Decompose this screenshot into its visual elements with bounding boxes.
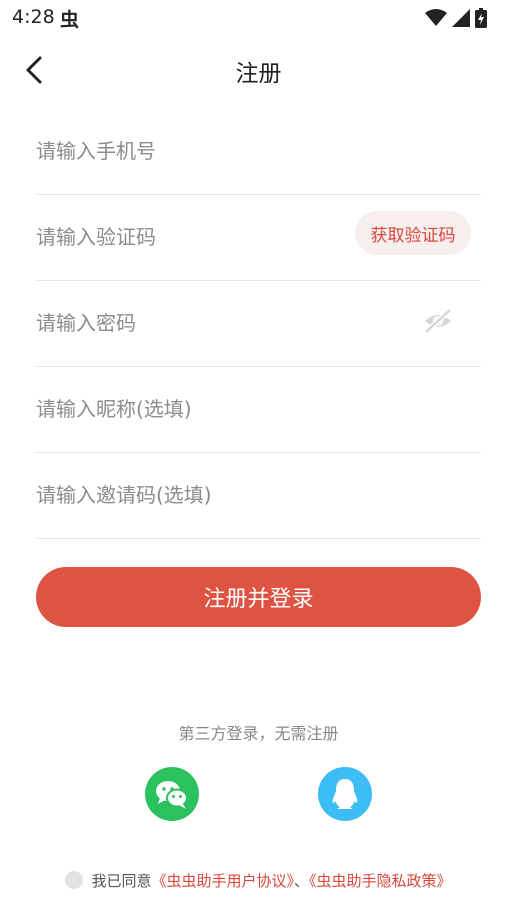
password-input[interactable] <box>36 280 336 366</box>
get-code-button[interactable]: 获取验证码 <box>355 211 471 255</box>
user-agreement-link[interactable]: 《虫虫助手用户协议》 <box>151 872 294 890</box>
verification-code-input[interactable] <box>36 194 336 280</box>
wifi-icon <box>425 9 447 26</box>
nickname-input[interactable] <box>36 366 336 452</box>
battery-icon <box>475 8 487 28</box>
agreement-separator: 、 <box>294 872 310 890</box>
phone-field-row <box>36 108 481 195</box>
invite-field-row <box>36 452 481 539</box>
page-title: 注册 <box>235 61 282 87</box>
agreement-row: 我已同意《虫虫助手用户协议》、《虫虫助手隐私政策》 <box>0 870 517 891</box>
status-icons <box>425 8 487 28</box>
third-party-login-label: 第三方登录，无需注册 <box>178 724 339 743</box>
agree-radio[interactable] <box>65 871 84 889</box>
agreement-prefix: 我已同意 <box>91 872 152 890</box>
privacy-policy-link[interactable]: 《虫虫助手隐私政策》 <box>309 872 452 890</box>
status-time: 4:28 <box>12 6 55 28</box>
code-field-row: 获取验证码 <box>36 194 481 281</box>
wechat-login-button[interactable] <box>145 767 199 821</box>
eye-off-icon[interactable] <box>423 309 453 333</box>
nav-bar: 注册 <box>0 40 517 100</box>
signal-icon <box>452 9 470 27</box>
register-login-button[interactable]: 注册并登录 <box>36 567 481 627</box>
status-bar: 4:28 虫 <box>0 0 517 36</box>
phone-input[interactable] <box>36 108 336 194</box>
qq-icon <box>332 779 358 809</box>
invite-code-input[interactable] <box>36 452 336 538</box>
app-notification-icon: 虫 <box>60 9 80 31</box>
wechat-icon <box>156 781 188 809</box>
password-field-row <box>36 280 481 367</box>
nickname-field-row <box>36 366 481 453</box>
qq-login-button[interactable] <box>318 767 372 821</box>
